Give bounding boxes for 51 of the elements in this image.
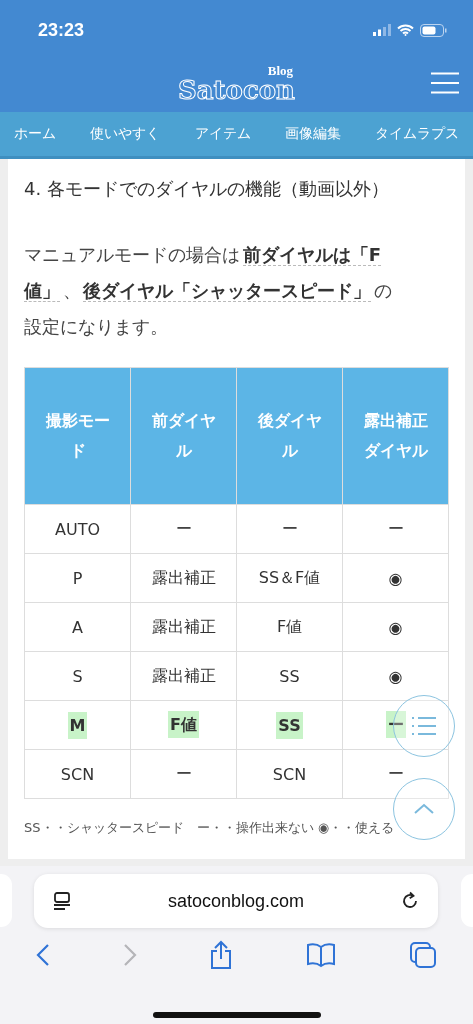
signal-icon	[373, 24, 391, 36]
table-cell: SS＆F値	[236, 553, 343, 603]
table-cell: S	[24, 651, 131, 701]
tabs-icon[interactable]	[408, 941, 437, 969]
table-cell: 露出補正	[130, 651, 237, 701]
table-cell: ◉	[342, 602, 449, 652]
table-header-cell: 撮影モード	[24, 367, 131, 505]
table-cell: ー	[342, 700, 449, 750]
table-cell: F値	[236, 602, 343, 652]
book-icon[interactable]	[306, 942, 337, 968]
nav-link[interactable]: ホーム	[14, 125, 56, 143]
back-icon[interactable]	[36, 943, 51, 967]
share-icon[interactable]	[209, 940, 234, 970]
table-cell: SS	[236, 700, 343, 750]
table-cell: P	[24, 553, 131, 603]
paragraph: マニュアルモードの場合は前ダイヤルは「F値」、後ダイヤル「シャッタースピード」の設定になります。	[24, 243, 394, 339]
table-cell: ー	[130, 504, 237, 554]
nav-link[interactable]: 画像編集	[284, 125, 341, 143]
table-cell: 露出補正	[130, 553, 237, 603]
table-cell: 露出補正	[130, 602, 237, 652]
table-cell: SS	[236, 651, 343, 701]
reader-icon[interactable]	[52, 891, 72, 911]
wifi-icon	[397, 24, 414, 36]
table-cell: SCN	[236, 749, 343, 799]
nav-link[interactable]: アイテム	[194, 125, 251, 143]
table-cell: F値	[130, 700, 237, 750]
table-cell: AUTO	[24, 504, 131, 554]
reload-icon[interactable]	[400, 891, 420, 911]
table-cell: M	[24, 700, 131, 750]
table-cell: ー	[130, 749, 237, 799]
nav-link[interactable]: タイムラプス	[375, 125, 459, 143]
list-icon	[411, 716, 437, 736]
table-header-cell: 後ダイヤル	[236, 367, 343, 505]
legend-note: SS・・シャッタースピード ー・・操作出来ない ◉・・使える	[24, 819, 395, 837]
status-time: 23:23	[38, 19, 85, 41]
table-cell: ー	[236, 504, 343, 554]
table-cell: ◉	[342, 651, 449, 701]
battery-icon	[420, 23, 447, 37]
nav-link[interactable]: 使いやすく	[90, 125, 161, 143]
table-cell: SCN	[24, 749, 131, 799]
menu-icon[interactable]	[431, 72, 459, 94]
table-cell: ◉	[342, 553, 449, 603]
table-header-cell: 前ダイヤル	[130, 367, 237, 505]
table-cell: ー	[342, 749, 449, 799]
section-heading: 4. 各モードでのダイヤルの機能（動画以外）	[24, 177, 390, 201]
address-bar[interactable]: satoconblog.com	[34, 874, 438, 928]
table-cell: ー	[342, 504, 449, 554]
site-logo[interactable]: Satocon Blog	[175, 63, 298, 109]
caret-up-icon	[413, 803, 435, 815]
table-header-cell: 露出補正ダイヤル	[342, 367, 449, 505]
table-cell: A	[24, 602, 131, 652]
